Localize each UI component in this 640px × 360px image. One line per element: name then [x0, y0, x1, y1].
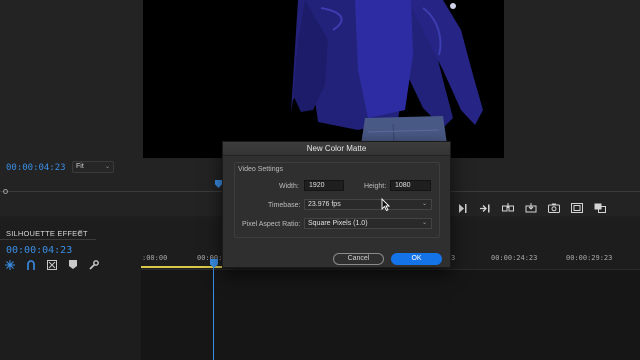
marker-icon[interactable]: [67, 259, 79, 270]
cancel-button[interactable]: Cancel: [333, 253, 384, 265]
program-monitor: [0, 0, 640, 158]
track-area[interactable]: [141, 270, 640, 360]
pixel-aspect-ratio-label: Pixel Aspect Ratio:: [242, 221, 301, 228]
transport-controls: [455, 200, 607, 216]
program-timecode[interactable]: 00:00:04:23: [6, 163, 66, 173]
timebase-value: 23.976 fps: [308, 201, 341, 208]
pixel-aspect-ratio-value: Square Pixels (1.0): [308, 220, 368, 227]
ruler-label: 00:00:29:23: [566, 254, 613, 262]
zoom-fit-label: Fit: [76, 163, 84, 170]
height-label: Height:: [364, 183, 387, 190]
video-preview[interactable]: [143, 0, 504, 158]
ok-button[interactable]: OK: [391, 253, 442, 265]
timebase-label: Timebase:: [268, 202, 301, 209]
safe-margins-icon[interactable]: [570, 202, 584, 214]
tab-divider: [0, 239, 96, 240]
ruler-label: 3: [451, 254, 456, 262]
ruler-label: :00:00: [142, 254, 168, 262]
width-label: Width:: [279, 183, 299, 190]
height-field[interactable]: 1080: [390, 180, 431, 191]
play-icon[interactable]: [455, 202, 469, 214]
zoom-fit-dropdown[interactable]: Fit ⌄: [72, 161, 114, 173]
subject-silhouette-image: [291, 0, 483, 158]
snap-icon[interactable]: [4, 259, 16, 270]
sequence-tab-label[interactable]: SILHOUETTE EFFECT: [6, 229, 88, 238]
chevron-down-icon: ⌄: [104, 164, 110, 170]
export-frame-icon[interactable]: [547, 202, 561, 214]
timebase-dropdown[interactable]: 23.976 fps ⌄: [304, 199, 432, 210]
dialog-title: New Color Matte: [306, 144, 367, 153]
scrub-zoom-handle[interactable]: [3, 189, 8, 194]
chevron-down-icon: ⌄: [421, 201, 427, 207]
comparison-view-icon[interactable]: [593, 202, 607, 214]
insert-icon[interactable]: [501, 202, 515, 214]
new-color-matte-dialog: New Color Matte Video Settings Width: 19…: [222, 141, 451, 268]
width-field[interactable]: 1920: [304, 180, 344, 191]
timeline-playhead-line[interactable]: [213, 266, 214, 360]
overwrite-icon[interactable]: [524, 202, 538, 214]
ruler-label: 00:00:24:23: [491, 254, 538, 262]
chevron-down-icon: ⌄: [421, 220, 427, 226]
linked-selection-icon[interactable]: [25, 259, 37, 270]
dialog-title-bar[interactable]: New Color Matte: [223, 142, 450, 156]
panel-menu-icon[interactable]: ≡: [78, 228, 83, 237]
timeline-tools: [4, 259, 100, 270]
sequence-timecode[interactable]: 00:00:04:23: [6, 245, 72, 256]
add-marker-icon[interactable]: [46, 259, 58, 270]
pixel-aspect-ratio-dropdown[interactable]: Square Pixels (1.0) ⌄: [304, 218, 432, 229]
video-settings-label: Video Settings: [238, 166, 284, 173]
step-forward-icon[interactable]: [478, 202, 492, 214]
wrench-icon[interactable]: [88, 259, 100, 270]
mouse-cursor-icon: [381, 198, 390, 211]
